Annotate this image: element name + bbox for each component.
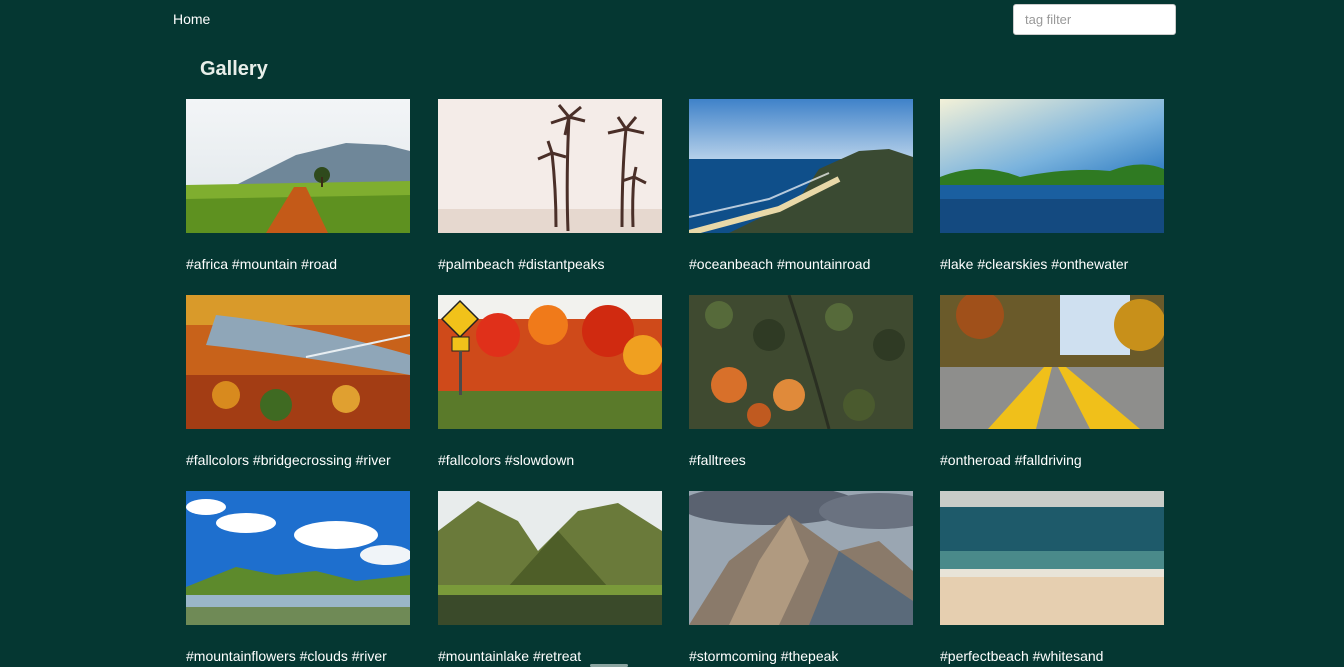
- gallery-card: #perfectbeach #whitesand: [940, 491, 1164, 664]
- tag-filter-input[interactable]: [1013, 4, 1176, 35]
- gallery-caption: #fallcolors #slowdown: [438, 452, 575, 468]
- gallery-card: #fallcolors #slowdown: [438, 295, 662, 468]
- gallery-thumbnail-africa-road[interactable]: [186, 99, 410, 233]
- gallery-thumbnail-fall-bridge[interactable]: [186, 295, 410, 429]
- gallery-thumbnail-fall-trees[interactable]: [689, 295, 913, 429]
- nav-home-link[interactable]: Home: [173, 11, 210, 27]
- gallery-thumbnail-lake[interactable]: [940, 99, 1164, 233]
- gallery-card: #oceanbeach #mountainroad: [689, 99, 913, 272]
- gallery-caption: #perfectbeach #whitesand: [940, 648, 1104, 664]
- gallery-card: #ontheroad #falldriving: [940, 295, 1164, 468]
- gallery-thumbnail-storm-peak[interactable]: [689, 491, 913, 625]
- gallery-caption: #lake #clearskies #onthewater: [940, 256, 1129, 272]
- gallery-caption: #fallcolors #bridgecrossing #river: [186, 452, 391, 468]
- gallery-card: #fallcolors #bridgecrossing #river: [186, 295, 410, 468]
- gallery-card: #mountainflowers #clouds #river: [186, 491, 410, 664]
- gallery-card: #lake #clearskies #onthewater: [940, 99, 1164, 272]
- gallery-card: #falltrees: [689, 295, 913, 468]
- gallery-caption: #africa #mountain #road: [186, 256, 337, 272]
- gallery-caption: #falltrees: [689, 452, 746, 468]
- gallery-card: #stormcoming #thepeak: [689, 491, 913, 664]
- top-navigation-bar: Home: [0, 0, 1344, 40]
- gallery-caption: #stormcoming #thepeak: [689, 648, 839, 664]
- gallery-caption: #palmbeach #distantpeaks: [438, 256, 605, 272]
- gallery-thumbnail-fall-sign[interactable]: [438, 295, 662, 429]
- gallery-thumbnail-fall-road[interactable]: [940, 295, 1164, 429]
- gallery-thumbnail-mountain-clouds[interactable]: [186, 491, 410, 625]
- gallery-card: #mountainlake #retreat: [438, 491, 662, 664]
- gallery-card: #africa #mountain #road: [186, 99, 410, 272]
- gallery-card: #palmbeach #distantpeaks: [438, 99, 662, 272]
- gallery-caption: #ontheroad #falldriving: [940, 452, 1082, 468]
- gallery-caption: #oceanbeach #mountainroad: [689, 256, 871, 272]
- page-title: Gallery: [200, 58, 268, 80]
- gallery-thumbnail-mountain-lake[interactable]: [438, 491, 662, 625]
- gallery-caption: #mountainflowers #clouds #river: [186, 648, 387, 664]
- gallery-caption: #mountainlake #retreat: [438, 648, 582, 664]
- gallery-thumbnail-palm-beach[interactable]: [438, 99, 662, 233]
- gallery-thumbnail-white-sand[interactable]: [940, 491, 1164, 625]
- gallery-thumbnail-ocean-beach[interactable]: [689, 99, 913, 233]
